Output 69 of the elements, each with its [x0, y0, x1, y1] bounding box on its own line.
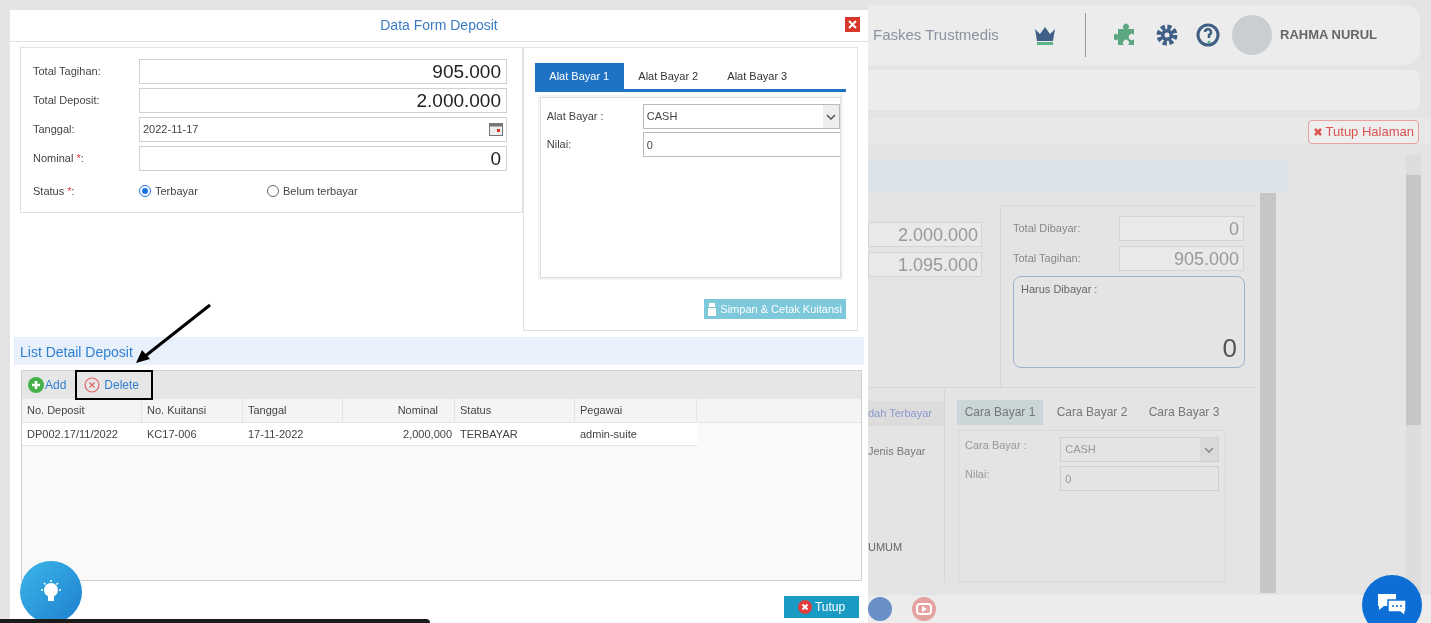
avatar	[1232, 15, 1272, 55]
field-label: Total Tagihan:	[1013, 251, 1082, 267]
facility-name: Faskes Trustmedis	[873, 24, 1000, 45]
table-cell-text: 17-11-2022	[247, 427, 305, 442]
amount-field[interactable]: 0	[139, 146, 507, 171]
delete-icon	[84, 377, 101, 393]
column-header: Status	[455, 399, 575, 422]
settings-icon	[1155, 23, 1179, 47]
column-header: Jenis Bayar	[868, 444, 927, 459]
column-header: No. Deposit	[22, 399, 142, 422]
field-label: Total Tagihan:	[33, 64, 102, 79]
table-cell-text: 2,000,000	[402, 427, 453, 442]
amount-field[interactable]: 905.000	[139, 59, 507, 84]
field-label: Nominal *:	[33, 151, 85, 166]
field-label: Cara Bayar :	[965, 438, 1028, 453]
field-label: Alat Bayar :	[546, 109, 605, 124]
table-cell-text: TERBAYAR	[459, 427, 519, 442]
amount-field: 905.000	[1119, 246, 1244, 271]
field-label: Nilai:	[965, 467, 991, 482]
amount-field: 1.095.000	[868, 252, 982, 277]
calendar-icon	[489, 123, 503, 136]
amount-field: 2.000.000	[868, 222, 982, 247]
crown-icon	[1033, 25, 1057, 45]
printer-icon	[708, 302, 717, 316]
table-cell-text: UMUM	[868, 539, 904, 555]
user-name: RAHMA NURUL	[1280, 26, 1377, 45]
plus-icon	[28, 377, 44, 393]
close-page-button[interactable]: Tutup Halaman	[1307, 119, 1419, 144]
table-cell-text: DP002.17/11/2022	[26, 427, 119, 442]
payment-tab[interactable]: Cara Bayar 1	[957, 400, 1043, 425]
chevron-down-icon	[1204, 446, 1214, 453]
video-icon	[912, 597, 936, 621]
field-label: Nilai:	[546, 137, 573, 152]
payment-tab[interactable]: Alat Bayar 1	[534, 63, 624, 89]
date-field[interactable]: 2022-11-17	[139, 117, 507, 142]
column-header: Nominal	[343, 399, 455, 422]
field-label: Status *:	[33, 184, 76, 199]
chevron-down-icon	[825, 113, 836, 120]
delete-button[interactable]: Delete	[84, 376, 140, 394]
table-cell-text: KC17-006	[146, 427, 198, 442]
field-label: Harus Dibayar :	[1021, 282, 1099, 297]
column-header: No. Kuitansi	[142, 399, 243, 422]
column-header: Tanggal	[243, 399, 343, 422]
payment-tab[interactable]: Alat Bayar 2	[623, 63, 713, 89]
amount-field[interactable]: 2.000.000	[139, 88, 507, 113]
column-header: Pegawai	[575, 399, 697, 422]
table-cell-text: admin-suite	[579, 427, 638, 442]
payment-tab[interactable]: Cara Bayar 2	[1049, 400, 1135, 425]
field-label: Tanggal:	[33, 122, 76, 137]
dialog-title: Data Form Deposit	[380, 16, 498, 35]
amount-field: 0	[1119, 216, 1244, 241]
field-label: Total Deposit:	[33, 93, 101, 108]
radio-option[interactable]: Belum terbayar	[267, 179, 395, 200]
chat-icon	[1376, 592, 1408, 618]
section-title: List Detail Deposit	[20, 343, 133, 362]
add-button[interactable]: Add	[28, 376, 67, 394]
radio-option[interactable]: Terbayar	[139, 179, 267, 200]
field-label: Total Dibayar:	[1013, 221, 1082, 237]
close-button[interactable]: Tutup	[784, 596, 859, 618]
close-icon	[848, 20, 857, 29]
close-button[interactable]	[845, 17, 860, 32]
payment-tab[interactable]: Cara Bayar 3	[1141, 400, 1227, 425]
help-icon	[1196, 23, 1220, 47]
close-icon	[1312, 126, 1323, 137]
value-field[interactable]: 0	[642, 132, 840, 157]
payment-method-dropdown[interactable]: CASH	[642, 104, 840, 129]
payment-tab[interactable]: Alat Bayar 3	[712, 63, 802, 89]
close-icon	[797, 600, 812, 614]
due-amount: 0	[1222, 333, 1237, 363]
